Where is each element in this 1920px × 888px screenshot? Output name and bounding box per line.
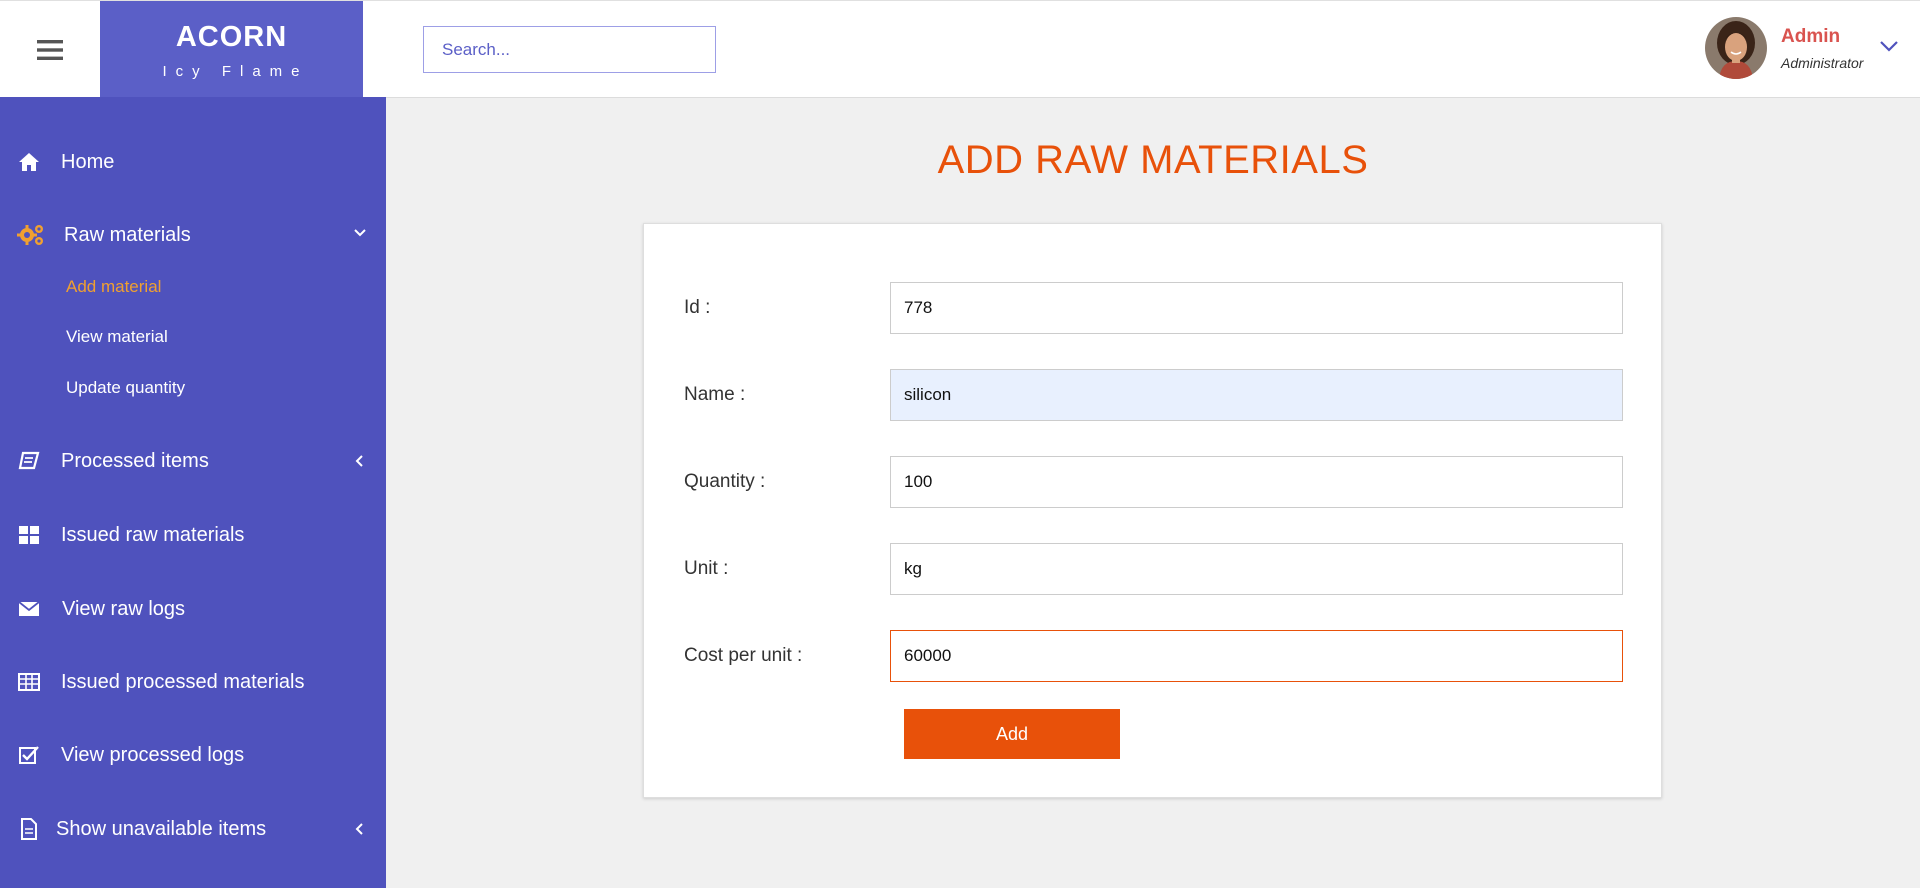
book-icon <box>17 449 41 473</box>
sidebar-item-label: View processed logs <box>61 743 245 766</box>
add-button[interactable]: Add <box>904 709 1120 759</box>
user-name[interactable]: Admin <box>1781 26 1840 48</box>
avatar[interactable] <box>1705 17 1767 79</box>
hamburger-icon <box>37 39 63 60</box>
sidebar-item-issued-processed-materials[interactable]: Issued processed materials <box>0 656 386 708</box>
sidebar-item-home[interactable]: Home <box>0 136 386 188</box>
brand-tagline: Icy Flame <box>162 63 309 80</box>
sidebar-item-label: Issued processed materials <box>61 670 305 693</box>
top-bar: ACORN Icy Flame Admin Administrator <box>0 0 1920 98</box>
sidebar-item-show-unavailable-items[interactable]: Show unavailable items <box>0 803 386 855</box>
id-label: Id : <box>684 297 711 318</box>
sidebar-item-label: Show unavailable items <box>56 817 267 840</box>
chevron-left-icon <box>353 822 367 836</box>
sidebar-subitem-update-quantity[interactable]: Update quantity <box>66 378 185 398</box>
menu-toggle-button[interactable] <box>0 1 100 98</box>
search-input[interactable] <box>423 26 716 73</box>
sidebar-item-raw-materials[interactable]: Raw materials <box>0 209 386 261</box>
sidebar-item-view-processed-logs[interactable]: View processed logs <box>0 729 386 781</box>
file-icon <box>17 817 41 841</box>
page-title: ADD RAW MATERIALS <box>937 138 1369 182</box>
sidebar-item-issued-raw-materials[interactable]: Issued raw materials <box>0 509 386 561</box>
sidebar-subitem-add-material[interactable]: Add material <box>66 277 161 297</box>
sidebar: Home Raw materials Add material View mat… <box>0 97 386 888</box>
sidebar-item-label: Issued raw materials <box>61 523 245 546</box>
brand-name: ACORN <box>175 21 288 53</box>
name-field[interactable] <box>890 369 1623 421</box>
user-menu-chevron-icon[interactable] <box>1878 35 1900 57</box>
check-square-icon <box>17 743 41 767</box>
quantity-label: Quantity : <box>684 471 766 492</box>
table-icon <box>17 670 41 694</box>
user-role: Administrator <box>1781 55 1864 71</box>
cost-per-unit-field[interactable] <box>890 630 1623 682</box>
brand-logo[interactable]: ACORN Icy Flame <box>100 1 363 98</box>
envelope-icon <box>17 597 41 621</box>
unit-field[interactable] <box>890 543 1623 595</box>
sidebar-subitem-view-material[interactable]: View material <box>66 327 168 347</box>
sidebar-item-processed-items[interactable]: Processed items <box>0 435 386 487</box>
sidebar-item-view-raw-logs[interactable]: View raw logs <box>0 583 386 635</box>
home-icon <box>17 150 41 174</box>
unit-label: Unit : <box>684 558 729 579</box>
id-field[interactable] <box>890 282 1623 334</box>
chevron-left-icon <box>353 454 367 468</box>
quantity-field[interactable] <box>890 456 1623 508</box>
sidebar-item-label: Home <box>61 150 115 173</box>
sidebar-item-label: Raw materials <box>64 223 191 246</box>
grid-icon <box>17 523 41 547</box>
add-material-form: Id : Name : Quantity : Unit : Cost per u… <box>643 223 1662 798</box>
gears-icon <box>17 223 45 247</box>
sidebar-item-label: View raw logs <box>62 597 186 620</box>
chevron-down-icon <box>353 226 367 240</box>
name-label: Name : <box>684 384 746 405</box>
sidebar-item-label: Processed items <box>61 449 209 472</box>
cost-per-unit-label: Cost per unit : <box>684 645 803 666</box>
